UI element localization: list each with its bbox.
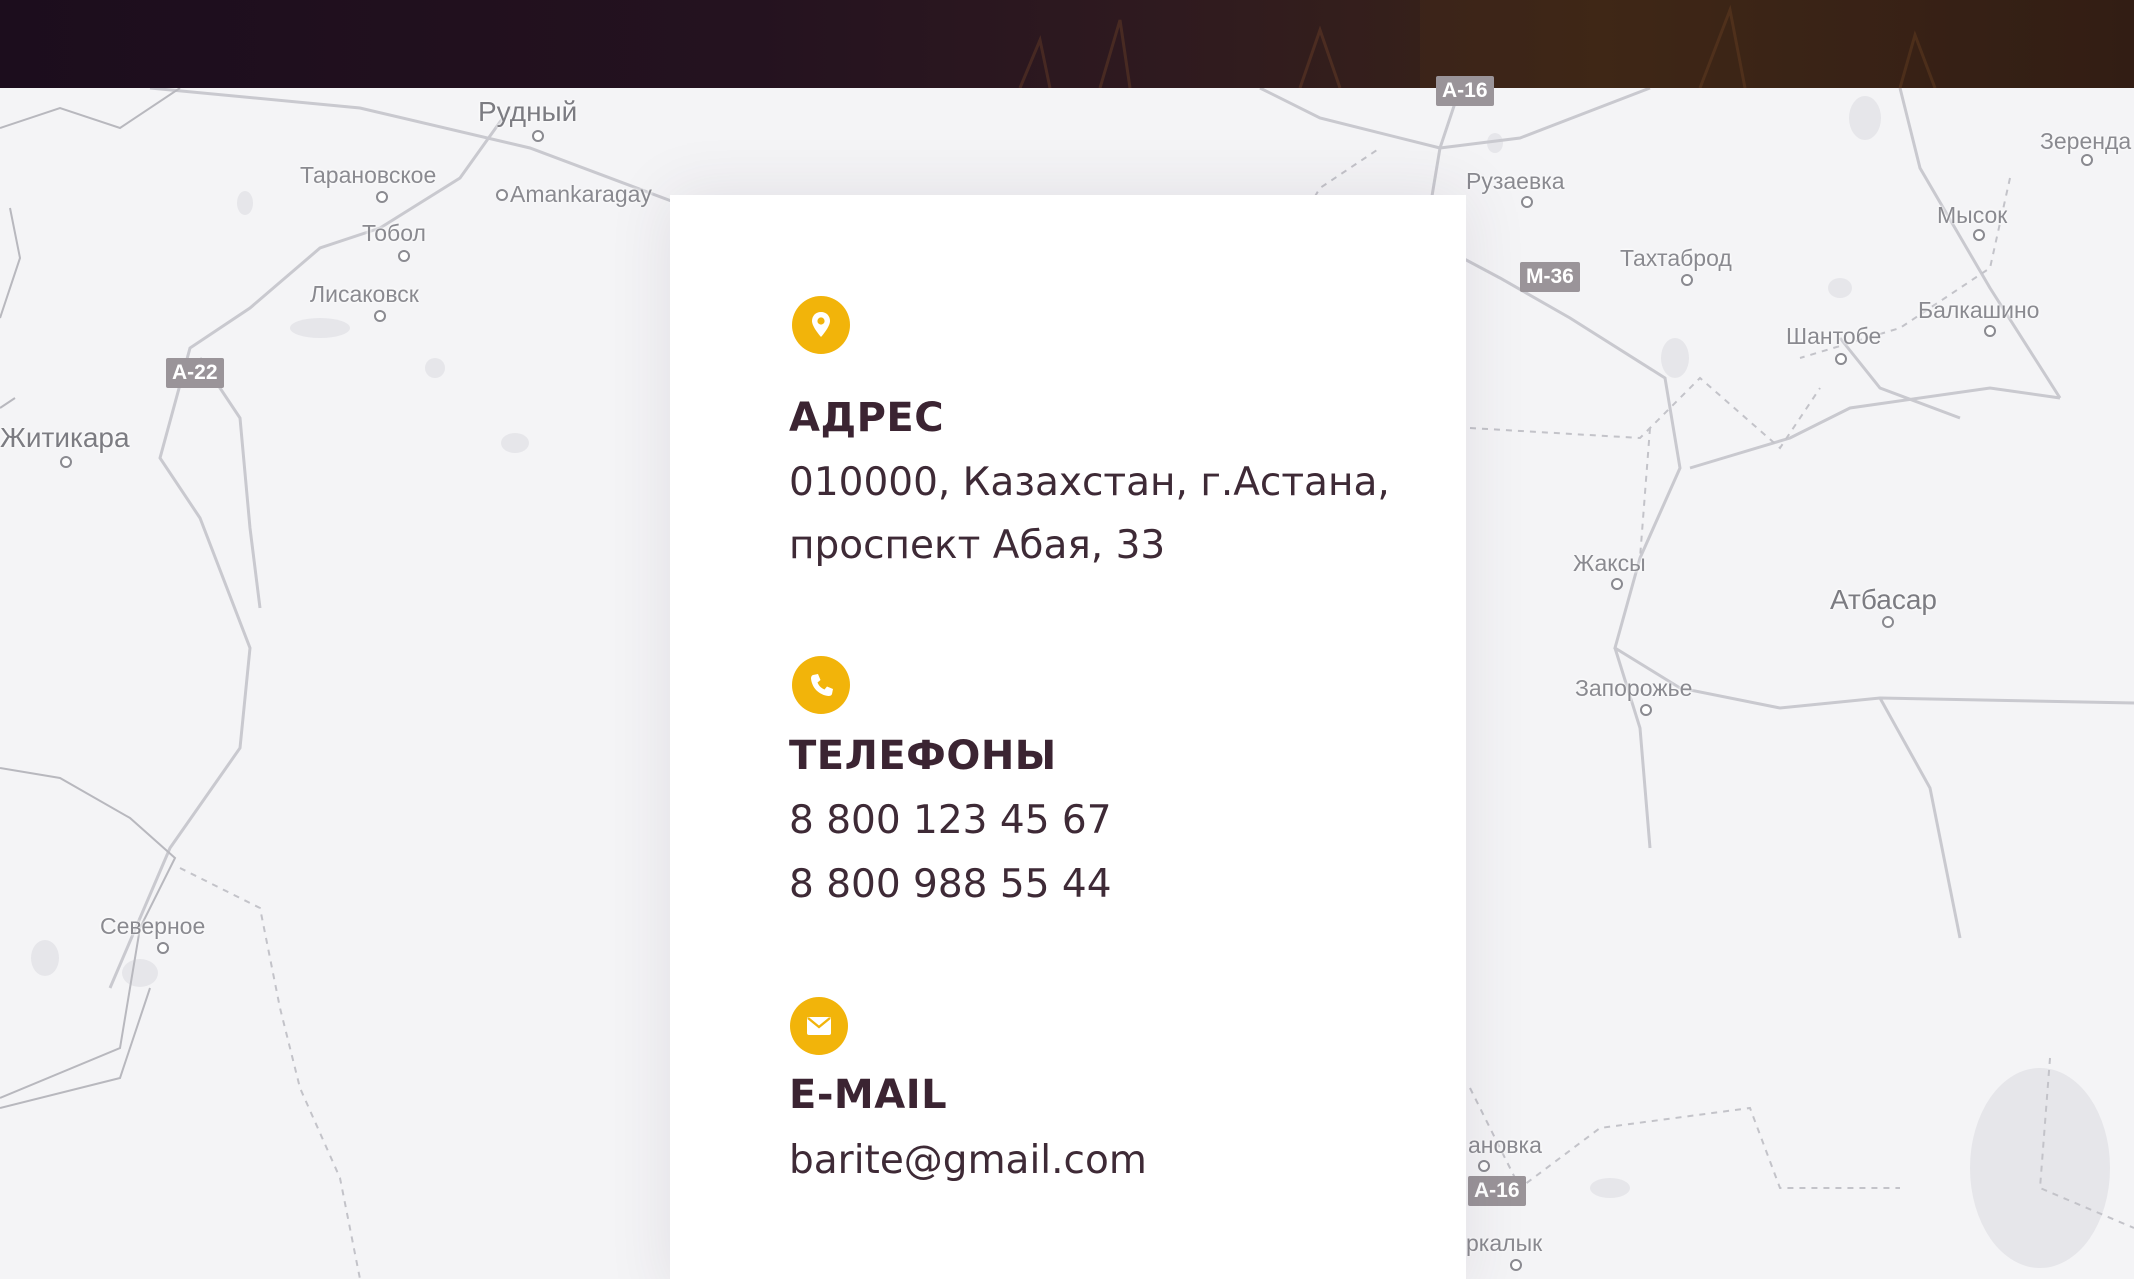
city-marker (1478, 1160, 1490, 1172)
email-heading: E-MAIL (789, 1072, 948, 1118)
road-shield: M-36 (1520, 262, 1580, 292)
map-label: Рузаевка (1466, 168, 1565, 194)
map-label: Мысок (1937, 202, 2008, 228)
map-label: Тобол (362, 220, 426, 246)
map-label: Атбасар (1830, 584, 1937, 615)
map-label: Зеренда (2040, 128, 2132, 154)
city-marker (157, 942, 169, 954)
city-marker (376, 191, 388, 203)
road-shield: A-22 (166, 358, 224, 388)
road-shield: A-16 (1468, 1176, 1526, 1206)
email-address[interactable]: barite@gmail.com (789, 1138, 1147, 1183)
address-line-1: 010000, Казахстан, г.Астана, (789, 460, 1390, 505)
map-label: Тарановское (300, 162, 437, 188)
envelope-icon (790, 997, 848, 1055)
phones-heading: ТЕЛЕФОНЫ (789, 733, 1057, 779)
city-marker (1835, 353, 1847, 365)
map-label: Житикара (0, 422, 130, 453)
contact-card: АДРЕС 010000, Казахстан, г.Астана, просп… (670, 195, 1466, 1279)
map-label: Запорожье (1575, 675, 1693, 701)
phone-number-1[interactable]: 8 800 123 45 67 (789, 798, 1112, 843)
city-marker (60, 456, 72, 468)
city-marker (1611, 578, 1623, 590)
address-heading: АДРЕС (789, 395, 945, 441)
city-marker (532, 130, 544, 142)
address-line-2: проспект Абая, 33 (789, 523, 1166, 568)
road-shield: A-16 (1436, 76, 1494, 106)
city-marker (1973, 229, 1985, 241)
map-label: Тахтаброд (1620, 245, 1732, 271)
phone-icon (792, 656, 850, 714)
city-marker (1984, 325, 1996, 337)
phone-number-2[interactable]: 8 800 988 55 44 (789, 862, 1112, 907)
map-label: Рудный (478, 96, 578, 127)
city-marker (1681, 274, 1693, 286)
map-label: Amankaragay (510, 181, 652, 207)
city-marker (496, 189, 508, 201)
city-marker (1640, 704, 1652, 716)
map-label: Северное (100, 913, 206, 939)
city-marker (2081, 154, 2093, 166)
map-label: Балкашино (1918, 297, 2040, 323)
map-label: Жаксы (1573, 550, 1646, 576)
hero-background-image (0, 0, 2134, 88)
map-label: Лисаковск (310, 281, 419, 307)
map-label: ркалык (1466, 1230, 1543, 1256)
map-label: ановка (1468, 1132, 1542, 1158)
map-pin-icon (792, 296, 850, 354)
city-marker (374, 310, 386, 322)
city-marker (1521, 196, 1533, 208)
city-marker (1882, 616, 1894, 628)
city-marker (398, 250, 410, 262)
contacts-section: Рудный Тарановское Amankaragay Тобол Лис… (0, 0, 2134, 1279)
map-label: Шантобе (1786, 323, 1882, 349)
city-marker (1510, 1259, 1522, 1271)
